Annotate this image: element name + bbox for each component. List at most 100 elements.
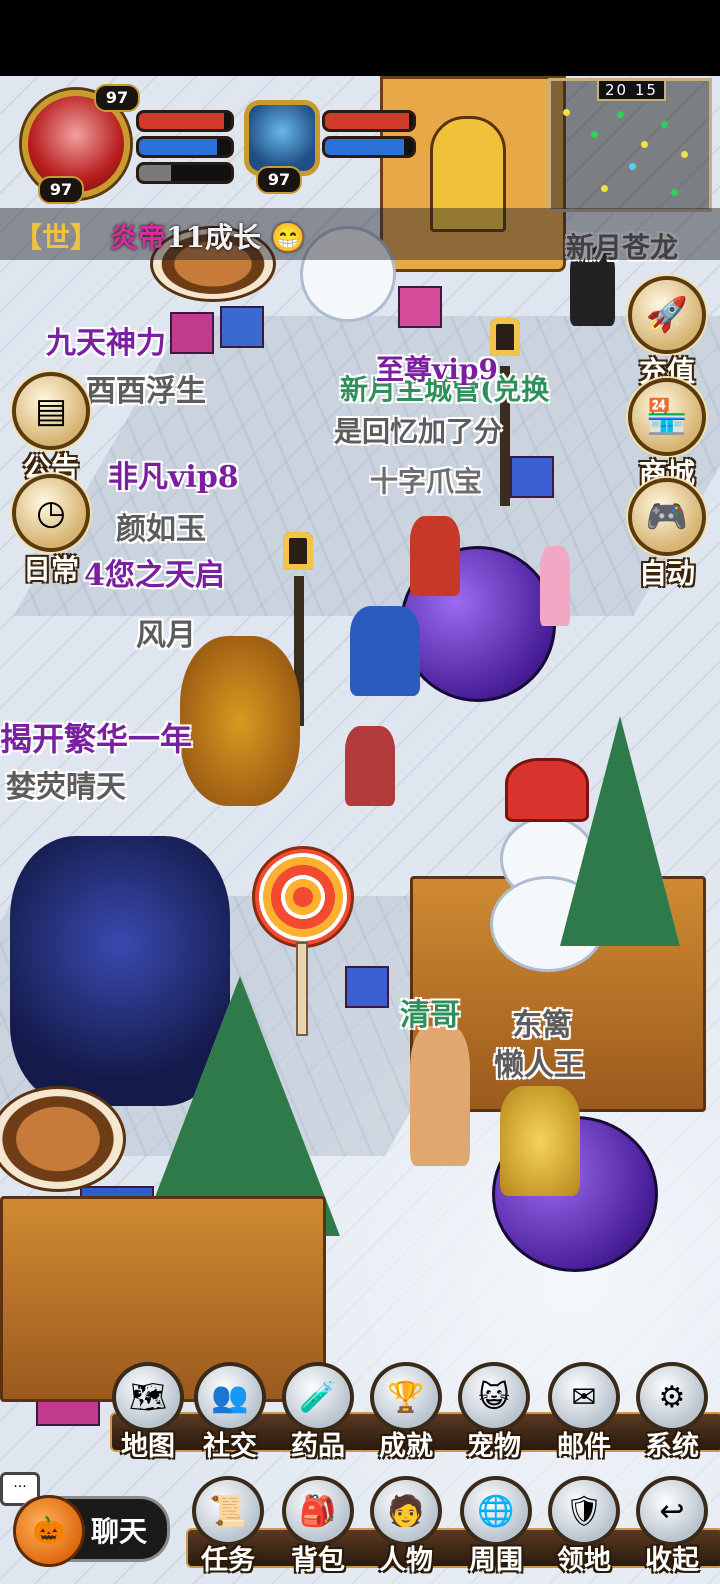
territory-icon: 🛡	[548, 1476, 620, 1546]
map-label: 地图	[121, 1431, 175, 1462]
player-name-label[interactable]: 九天神力	[46, 318, 166, 362]
player-character[interactable]	[345, 726, 395, 806]
clock-icon: ◷	[12, 474, 90, 552]
daily-label: 日常	[22, 553, 79, 586]
game-world[interactable]	[0, 76, 720, 1584]
minimap[interactable]: 20 15	[548, 78, 712, 212]
gift-box	[398, 286, 442, 328]
pet-label: 宠物	[467, 1431, 521, 1462]
player-name-label[interactable]: 东篱	[512, 1000, 572, 1044]
gift-box	[345, 966, 389, 1008]
player-name-label[interactable]: 十字爪宝	[370, 460, 482, 500]
potion-label: 药品	[291, 1431, 345, 1462]
pet-avatar[interactable]	[244, 100, 320, 176]
player-name-label[interactable]: 4您之天启	[84, 550, 225, 594]
gear-icon: ⚙	[636, 1362, 708, 1432]
social-button[interactable]: 👥 社交	[188, 1362, 272, 1463]
player-name-label[interactable]: 风月	[136, 610, 196, 654]
world-chat-line[interactable]: 【世】 炎帝11成长 😁	[0, 208, 720, 260]
backpack-icon: 🎒	[282, 1476, 354, 1546]
recharge-button[interactable]: 🚀 充值	[622, 276, 712, 390]
player-character[interactable]	[410, 516, 460, 596]
backpack-button[interactable]: 🎒 背包	[276, 1476, 360, 1577]
player-hp-bar	[136, 110, 234, 132]
social-icon: 👥	[194, 1362, 266, 1432]
player-name-label[interactable]: 是回忆加了分	[334, 410, 502, 450]
potion-button[interactable]: 🧪 药品	[276, 1362, 360, 1463]
collapse-icon: ↩	[636, 1476, 708, 1546]
map-marker	[591, 131, 598, 138]
auto-button[interactable]: 🎮 自动	[622, 478, 712, 592]
lollipop-decoration	[252, 846, 354, 948]
trophy-icon: 🏆	[370, 1362, 442, 1432]
quest-button[interactable]: 📜 任务	[186, 1476, 270, 1577]
vip-title-label: 非凡vip8	[108, 460, 239, 495]
pet-level-badge: 97	[256, 166, 302, 194]
achievement-button[interactable]: 🏆 成就	[364, 1362, 448, 1463]
nearby-label: 周围	[469, 1545, 523, 1576]
pet-button[interactable]: 😺 宠物	[452, 1362, 536, 1463]
backpack-label: 背包	[291, 1545, 345, 1576]
daily-button[interactable]: ◷ 日常	[6, 474, 96, 588]
npc-character[interactable]	[540, 546, 570, 626]
player-mp-bar	[136, 136, 234, 158]
system-label: 系统	[645, 1431, 699, 1462]
social-label: 社交	[203, 1431, 257, 1462]
mail-button[interactable]: ✉ 邮件	[542, 1362, 626, 1463]
nearby-icon: 🌐	[460, 1476, 532, 1546]
chat-label: 聊天	[91, 1515, 148, 1548]
world-channel-tag: 【世】	[14, 221, 99, 254]
rocket-icon: 🚀	[628, 276, 706, 354]
chat-sender[interactable]: 炎帝	[110, 221, 166, 254]
lamp-light	[283, 532, 313, 570]
dragon-mount[interactable]	[180, 636, 300, 806]
blue-mech-character[interactable]	[350, 606, 420, 696]
potion-icon: 🧪	[282, 1362, 354, 1432]
announcement-button[interactable]: ▤ 公告	[6, 372, 96, 486]
map-button[interactable]: 🗺 地图	[106, 1362, 190, 1463]
cake-decoration	[0, 1086, 126, 1192]
pumpkin-icon: 🎃	[13, 1495, 85, 1567]
player-name-label[interactable]: 酉酉浮生	[86, 366, 206, 410]
pet-icon: 😺	[458, 1362, 530, 1432]
nearby-button[interactable]: 🌐 周围	[454, 1476, 538, 1577]
player-name-label[interactable]: 清哥	[400, 990, 460, 1034]
guild-title-label: 揭开繁华一年	[0, 720, 193, 758]
npc-character[interactable]	[410, 1026, 470, 1166]
character-label: 人物	[379, 1545, 433, 1576]
gift-box	[170, 312, 214, 354]
player-name-label[interactable]: 颜如玉	[116, 504, 206, 548]
system-button[interactable]: ⚙ 系统	[630, 1362, 714, 1463]
collapse-label: 收起	[645, 1545, 699, 1576]
map-marker	[563, 109, 570, 116]
shop-button[interactable]: 🏪 商城	[622, 378, 712, 492]
achievement-label: 成就	[379, 1431, 433, 1462]
map-marker	[641, 141, 648, 148]
map-marker	[601, 185, 608, 192]
mail-icon: ✉	[548, 1362, 620, 1432]
quest-book-icon: 📜	[192, 1476, 264, 1546]
player-name-label[interactable]: 婪荧晴天	[6, 762, 126, 806]
gamepad-icon: 🎮	[628, 478, 706, 556]
pet-mp-bar	[322, 136, 416, 158]
mail-label: 邮件	[557, 1431, 611, 1462]
collapse-button[interactable]: ↩ 收起	[630, 1476, 714, 1577]
player-marker	[629, 163, 636, 170]
chat-button[interactable]: 🎃 聊天	[13, 1495, 170, 1567]
clock-label: 20 15	[597, 79, 666, 101]
pet-hp-bar	[322, 110, 416, 132]
player-name-label[interactable]: 懒人王	[494, 1040, 584, 1084]
player-exp-bar	[136, 162, 234, 184]
character-button[interactable]: 🧑 人物	[364, 1476, 448, 1577]
map-marker	[681, 151, 688, 158]
world-chat-message: 炎帝11成长 😁	[110, 221, 306, 254]
auto-label: 自动	[638, 557, 695, 590]
map-icon: 🗺	[112, 1362, 184, 1432]
map-marker	[661, 121, 668, 128]
gift-box	[220, 306, 264, 348]
shop-icon: 🏪	[628, 378, 706, 456]
territory-label: 领地	[557, 1545, 611, 1576]
golden-armor-character[interactable]	[500, 1086, 580, 1196]
territory-button[interactable]: 🛡 领地	[542, 1476, 626, 1577]
notice-board-icon: ▤	[12, 372, 90, 450]
